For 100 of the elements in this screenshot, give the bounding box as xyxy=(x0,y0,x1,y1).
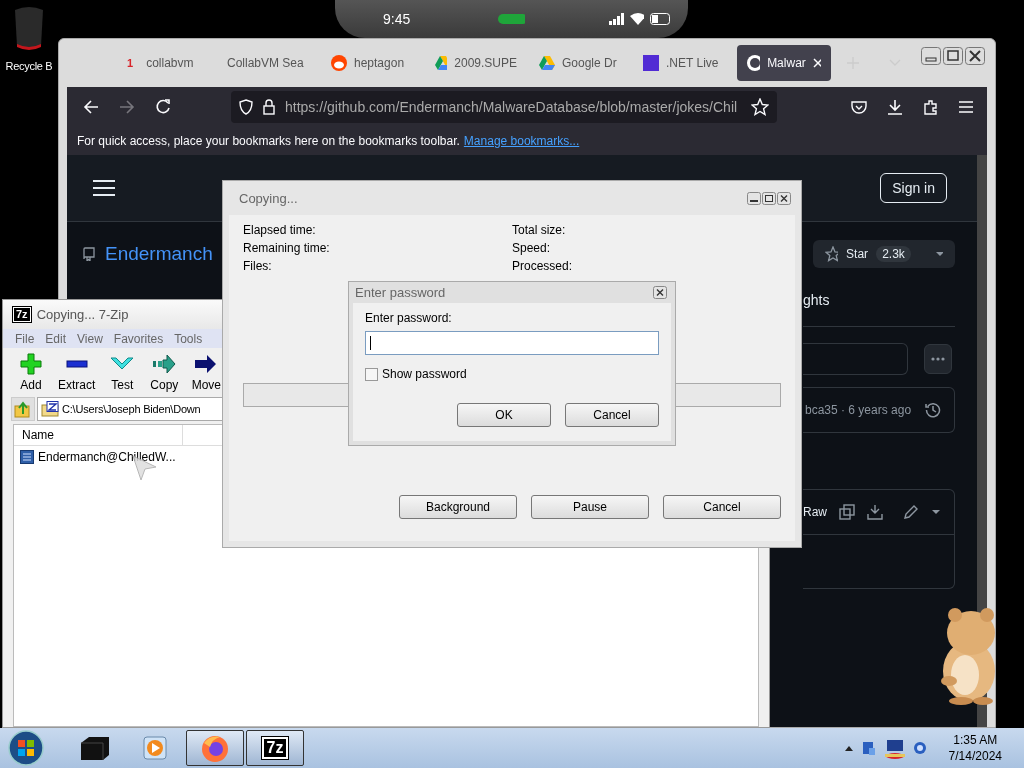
puzzle-icon[interactable] xyxy=(923,99,939,115)
maximize-icon[interactable] xyxy=(943,47,963,65)
browser-tab[interactable]: CollabVM Sea xyxy=(217,45,319,81)
box-icon xyxy=(79,735,111,761)
triangle-logo-icon xyxy=(435,56,448,70)
more-button[interactable] xyxy=(924,344,952,374)
copy-icon[interactable] xyxy=(839,504,855,520)
browser-tab[interactable]: heptagon xyxy=(321,45,423,81)
menu-item[interactable]: Favorites xyxy=(113,331,164,346)
toolbar-button[interactable]: Copy xyxy=(146,352,183,392)
square-logo-icon xyxy=(643,55,659,71)
dialog-button[interactable]: Pause xyxy=(531,495,649,519)
browser-tab[interactable]: Google Dr xyxy=(529,45,631,81)
caret-icon[interactable] xyxy=(931,509,941,515)
manage-bookmarks-link[interactable]: Manage bookmarks... xyxy=(463,134,580,148)
repository-tab[interactable]: ghts xyxy=(803,292,830,308)
maximize-icon[interactable] xyxy=(762,191,776,205)
speaker-icon[interactable] xyxy=(912,740,927,756)
field-label: Remaining time: xyxy=(243,241,331,255)
field-label: Files: xyxy=(243,259,273,273)
window-title: Copying... 7-Zip xyxy=(36,307,129,322)
folder-up-icon xyxy=(14,400,32,418)
menu-item[interactable]: Tools xyxy=(174,331,203,346)
archive-icon xyxy=(41,401,59,417)
monitor-icon[interactable] xyxy=(884,737,905,759)
dialog-title: Copying... xyxy=(239,190,298,206)
star-icon[interactable] xyxy=(751,98,769,116)
toolbar-button[interactable]: Add xyxy=(13,352,49,392)
minimize-icon[interactable] xyxy=(747,191,761,205)
caret-icon[interactable] xyxy=(934,251,943,257)
tab-count: 1 xyxy=(126,57,135,69)
taskbar-button[interactable] xyxy=(186,730,244,766)
arrow-icon xyxy=(194,352,219,375)
file-icon xyxy=(20,450,34,464)
menu-item[interactable]: File xyxy=(15,331,35,346)
clock-date[interactable]: 7/14/2024 xyxy=(948,749,1002,763)
fox-globe-icon xyxy=(200,733,230,763)
bookmarks-hint: For quick access, place your bookmarks here on the bookmarks toolbar. xyxy=(77,134,460,148)
play-icon xyxy=(143,736,167,760)
toolbar-button[interactable]: Extract xyxy=(55,352,99,392)
plus-icon xyxy=(20,352,42,375)
star-count: 2.3k xyxy=(876,246,911,262)
sign-in-button[interactable]: Sign in xyxy=(880,173,947,203)
address-bar[interactable]: https://github.com/Endermanch/MalwareDatabase/blob/master/jokes/Chil xyxy=(231,91,777,123)
download-icon[interactable] xyxy=(867,504,883,520)
star-icon xyxy=(825,246,839,262)
battery-icon xyxy=(650,13,670,25)
password-label: Enter password: xyxy=(365,311,453,325)
more-icon xyxy=(931,357,945,361)
file-row[interactable]: Endermanch@ChilledW... xyxy=(14,446,226,468)
field-label: Processed: xyxy=(512,259,574,273)
repository-owner-link[interactable]: Endermanch xyxy=(105,243,213,265)
dialog-button[interactable]: Cancel xyxy=(663,495,781,519)
browser-tab[interactable]: Malwar xyxy=(737,45,831,81)
lock-icon xyxy=(263,99,275,115)
forward-icon[interactable] xyxy=(119,100,135,114)
phone-time: 9:45 xyxy=(383,11,411,27)
toolbar-button[interactable]: Move xyxy=(188,352,225,392)
start-button[interactable] xyxy=(8,730,44,766)
star-button[interactable]: Star 2.3k xyxy=(813,240,955,268)
browser-tab[interactable]: 2009.SUPE xyxy=(425,45,527,81)
raw-button[interactable]: Raw xyxy=(803,505,827,519)
up-folder-button[interactable] xyxy=(11,397,35,421)
menu-item[interactable]: Edit xyxy=(45,331,67,346)
checkbox-label[interactable]: Show password xyxy=(382,367,467,381)
history-icon[interactable] xyxy=(925,402,942,418)
password-field[interactable] xyxy=(365,331,659,355)
menu-item[interactable]: View xyxy=(77,331,103,346)
show-hidden-icons[interactable] xyxy=(844,745,853,751)
network-icon[interactable] xyxy=(860,740,877,756)
dialog-button[interactable]: OK xyxy=(457,403,551,427)
triangle-logo-icon xyxy=(539,56,555,70)
app-icon: 7z xyxy=(13,307,31,322)
shield-icon xyxy=(239,99,253,115)
field-label: Total size: xyxy=(512,223,567,237)
pencil-icon[interactable] xyxy=(903,504,919,520)
app-icon: 7z xyxy=(261,737,289,759)
desktop-icon-label[interactable]: Recycle B xyxy=(5,60,53,72)
close-icon[interactable] xyxy=(965,47,985,65)
field-label: Elapsed time: xyxy=(243,223,317,237)
toolbar-button[interactable]: Test xyxy=(104,352,141,392)
browser-tab[interactable]: 1 collabvm xyxy=(111,45,215,81)
dialog-button[interactable]: Cancel xyxy=(565,403,659,427)
column-header[interactable]: Name xyxy=(14,425,183,445)
browser-tab[interactable]: .NET Live xyxy=(633,45,735,81)
dialog-button[interactable]: Background xyxy=(399,495,517,519)
menu-icon[interactable] xyxy=(93,180,115,196)
search-field[interactable] xyxy=(803,343,908,375)
camera-pill-icon xyxy=(498,14,526,24)
field-label: Speed: xyxy=(512,241,552,255)
wifi-icon xyxy=(629,13,645,25)
clock-time[interactable]: 1:35 AM xyxy=(953,733,998,747)
pocket-icon[interactable] xyxy=(851,100,867,114)
checkbox[interactable] xyxy=(365,367,378,381)
reload-icon[interactable] xyxy=(155,99,171,115)
close-icon[interactable] xyxy=(653,286,667,299)
taskbar-button[interactable]: 7z xyxy=(246,730,304,766)
back-icon[interactable] xyxy=(83,100,99,114)
close-icon[interactable] xyxy=(777,191,791,205)
url-text: https://github.com/Endermanch/MalwareDatabase/blob/master/jokes/Chil xyxy=(285,99,739,115)
